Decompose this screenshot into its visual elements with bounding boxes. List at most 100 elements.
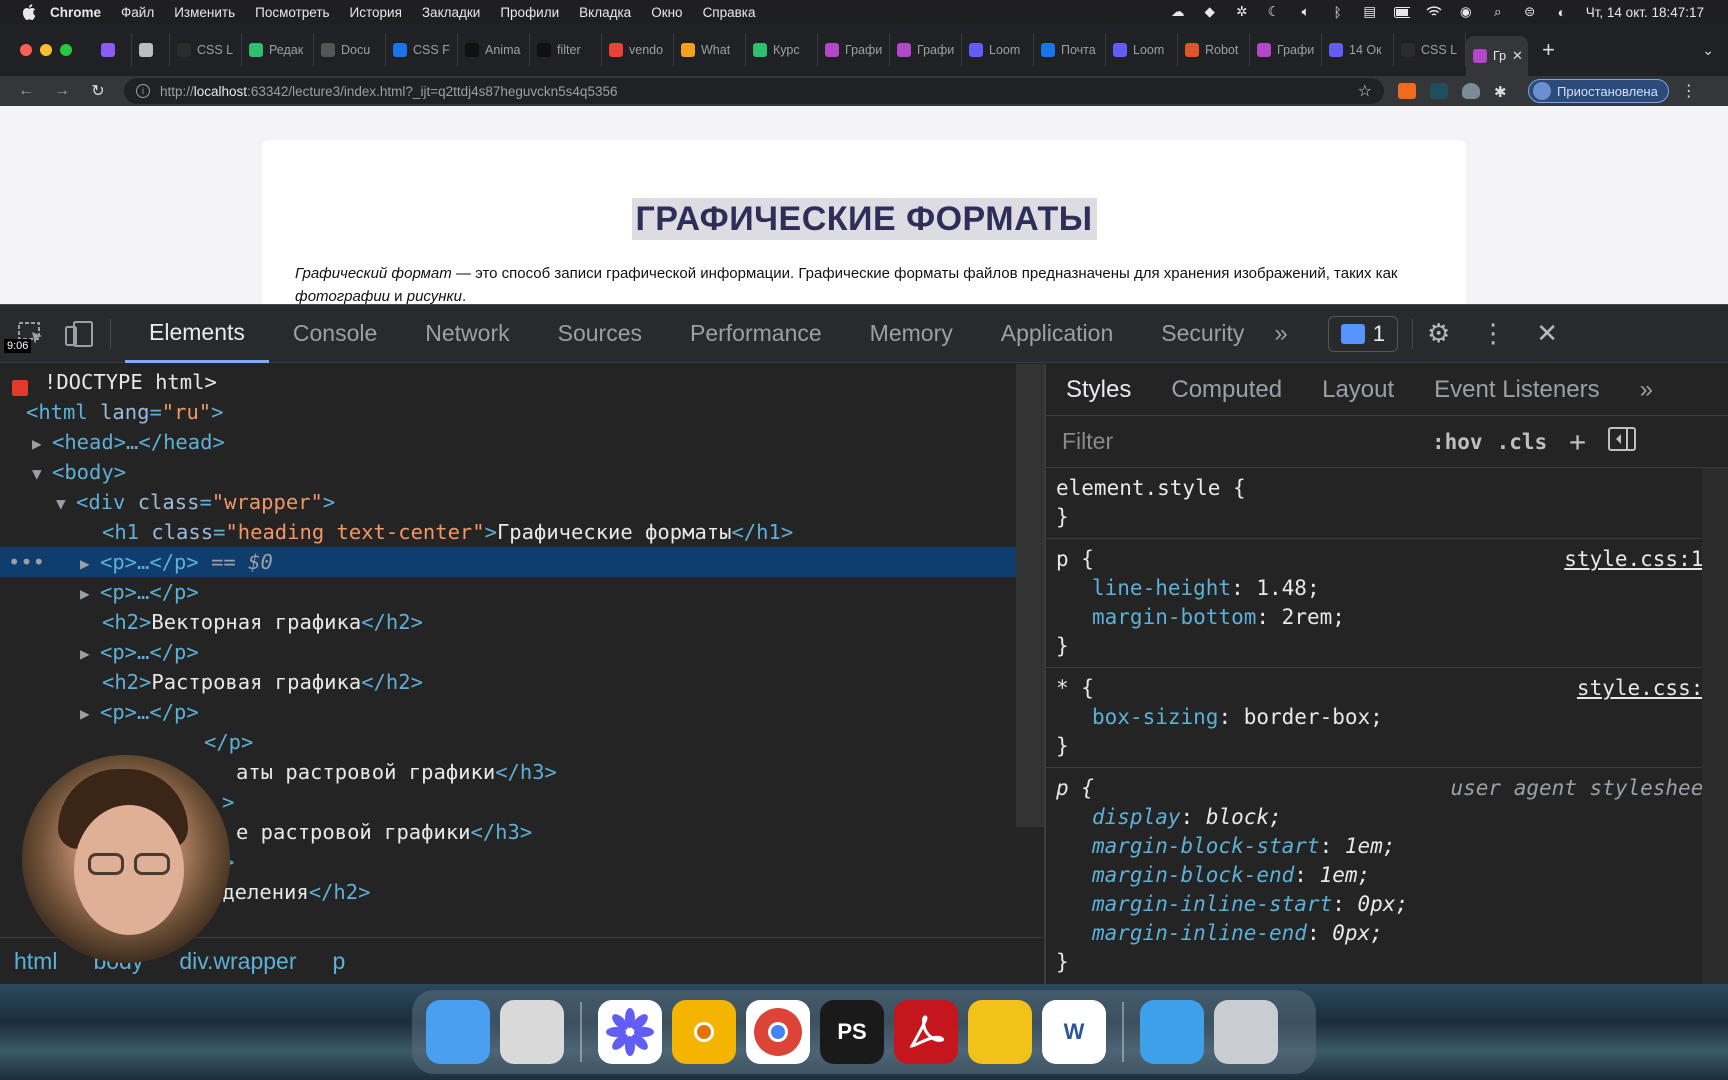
creative-cloud-icon[interactable]: ☁ bbox=[1170, 4, 1186, 19]
menu-history[interactable]: История bbox=[350, 5, 402, 20]
expand-arrow-icon[interactable]: ▶ bbox=[80, 639, 100, 669]
tab-13[interactable]: Loom bbox=[962, 33, 1034, 67]
issues-button[interactable]: 1 bbox=[1327, 315, 1398, 352]
collapse-arrow-icon[interactable]: ▼ bbox=[32, 459, 52, 489]
extension-shield-icon[interactable] bbox=[1462, 83, 1480, 99]
gear-status-icon[interactable]: ✲ bbox=[1234, 4, 1250, 19]
tab-elements[interactable]: Elements bbox=[125, 305, 269, 363]
devtools-menu-icon[interactable]: ⋮ bbox=[1480, 318, 1506, 349]
extension-n-icon[interactable] bbox=[1430, 83, 1448, 99]
user-icon[interactable]: ◉ bbox=[1458, 4, 1474, 19]
new-rule-button[interactable]: + bbox=[1569, 425, 1586, 458]
tab-9[interactable]: What bbox=[674, 33, 746, 67]
dom-h1[interactable]: <h1 class="heading text-center">Графичес… bbox=[0, 517, 1016, 547]
dom-p[interactable]: ▶ <p>…</p> bbox=[0, 637, 1016, 667]
dom-html[interactable]: <html lang="ru"> bbox=[0, 397, 1016, 427]
menu-app-name[interactable]: Chrome bbox=[50, 5, 101, 20]
tab-6[interactable]: Anima bbox=[458, 33, 530, 67]
chrome-icon[interactable] bbox=[746, 1000, 810, 1064]
expand-arrow-icon[interactable]: ▶ bbox=[80, 549, 100, 579]
transmit-icon[interactable] bbox=[968, 1000, 1032, 1064]
value[interactable]: 1.48; bbox=[1256, 576, 1319, 600]
dropbox-icon[interactable]: ◆ bbox=[1202, 4, 1218, 19]
tab-5[interactable]: CSS F bbox=[386, 33, 458, 67]
word-icon[interactable]: W bbox=[1042, 1000, 1106, 1064]
toggle-sidebar-icon[interactable] bbox=[1608, 427, 1637, 456]
tab-12[interactable]: Графи bbox=[890, 33, 962, 67]
tab-layout[interactable]: Layout bbox=[1302, 364, 1414, 416]
keyboard-flag-icon[interactable]: ▤ bbox=[1362, 4, 1378, 19]
tab-active[interactable]: Гр ✕ bbox=[1466, 36, 1528, 76]
close-window-button[interactable] bbox=[20, 44, 32, 56]
tab-performance[interactable]: Performance bbox=[666, 305, 846, 363]
menu-file[interactable]: Файл bbox=[121, 5, 154, 20]
tab-11[interactable]: Графи bbox=[818, 33, 890, 67]
chrome-menu-icon[interactable]: ⋮ bbox=[1681, 81, 1697, 101]
siri-icon[interactable]: ◐ bbox=[1554, 5, 1570, 20]
tab-1[interactable] bbox=[132, 33, 170, 67]
styles-scrollbar[interactable] bbox=[1702, 468, 1728, 985]
dom-p-selected[interactable]: ••• ▶ <p>…</p> == $0 bbox=[0, 547, 1016, 577]
minimize-window-button[interactable] bbox=[40, 44, 52, 56]
site-info-icon[interactable]: i bbox=[136, 84, 150, 98]
menu-bookmarks[interactable]: Закладки bbox=[422, 5, 480, 20]
bookmark-star-icon[interactable]: ☆ bbox=[1358, 81, 1372, 101]
collapse-arrow-icon[interactable]: ▼ bbox=[56, 489, 76, 519]
rule-universal[interactable]: * { style.css:2 box-sizing: border-box; … bbox=[1046, 668, 1728, 768]
new-tab-button[interactable]: + bbox=[1542, 37, 1555, 63]
dom-h2-raster[interactable]: <h2>Растровая графика</h2> bbox=[0, 667, 1016, 697]
crumb-p[interactable]: p bbox=[333, 948, 346, 975]
dom-h2-vector[interactable]: <h2>Векторная графика</h2> bbox=[0, 607, 1016, 637]
tab-computed[interactable]: Computed bbox=[1151, 364, 1302, 416]
extension-rss-icon[interactable] bbox=[1398, 83, 1416, 99]
apple-icon[interactable] bbox=[22, 4, 36, 20]
volume-icon[interactable]: 🔈︎ bbox=[1298, 4, 1314, 19]
menu-help[interactable]: Справка bbox=[703, 5, 756, 20]
tab-3[interactable]: Редак bbox=[242, 33, 314, 67]
address-bar[interactable]: i http://localhost:63342/lecture3/index.… bbox=[124, 78, 1384, 104]
node-actions-dots[interactable]: ••• bbox=[8, 547, 45, 577]
filter-input[interactable]: Filter bbox=[1062, 428, 1432, 455]
folder-icon[interactable] bbox=[1140, 1000, 1204, 1064]
moon-icon[interactable]: ☾ bbox=[1266, 4, 1282, 19]
battery-icon[interactable] bbox=[1393, 5, 1410, 19]
dom-p[interactable]: ▶ <p>…</p> bbox=[0, 577, 1016, 607]
tab-18[interactable]: 14 Ок bbox=[1322, 33, 1394, 67]
tab-2[interactable]: CSS L bbox=[170, 33, 242, 67]
tab-styles[interactable]: Styles bbox=[1046, 364, 1151, 416]
tab-7[interactable]: filter bbox=[530, 33, 602, 67]
expand-arrow-icon[interactable]: ▶ bbox=[32, 429, 52, 459]
cls-button[interactable]: .cls bbox=[1497, 430, 1548, 454]
dom-p[interactable]: ▶ <p>…</p> bbox=[0, 697, 1016, 727]
tab-console[interactable]: Console bbox=[269, 305, 401, 363]
phpstorm-icon[interactable]: PS bbox=[820, 1000, 884, 1064]
tab-17[interactable]: Графи bbox=[1250, 33, 1322, 67]
zoom-window-button[interactable] bbox=[60, 44, 72, 56]
dom-p-partial[interactable]: </p> bbox=[0, 727, 1016, 757]
value[interactable]: border-box; bbox=[1244, 705, 1383, 729]
rule-element-style[interactable]: element.style { } bbox=[1046, 468, 1728, 539]
dom-wrapper[interactable]: ▼ <div class="wrapper"> bbox=[0, 487, 1016, 517]
tab-14[interactable]: Почта bbox=[1034, 33, 1106, 67]
bluetooth-icon[interactable]: ᛒ bbox=[1330, 5, 1346, 20]
reload-button[interactable]: ↻ bbox=[88, 81, 108, 101]
finder-icon[interactable] bbox=[426, 1000, 490, 1064]
tab-8[interactable]: vendo bbox=[602, 33, 674, 67]
tab-event-listeners[interactable]: Event Listeners bbox=[1414, 364, 1619, 416]
back-button[interactable]: ← bbox=[16, 82, 36, 100]
trash-icon[interactable] bbox=[1214, 1000, 1278, 1064]
menu-view[interactable]: Посмотреть bbox=[255, 5, 329, 20]
wifi-icon[interactable] bbox=[1426, 5, 1442, 19]
tab-0[interactable] bbox=[94, 33, 132, 67]
control-center-icon[interactable]: ⊜ bbox=[1522, 4, 1538, 19]
tab-close-icon[interactable]: ✕ bbox=[1512, 48, 1523, 64]
property[interactable]: line-height bbox=[1092, 576, 1231, 600]
tab-19[interactable]: CSS L bbox=[1394, 33, 1466, 67]
tab-4[interactable]: Docu bbox=[314, 33, 386, 67]
launchpad-icon[interactable] bbox=[500, 1000, 564, 1064]
dom-head[interactable]: ▶ <head>…</head> bbox=[0, 427, 1016, 457]
rule-user-agent[interactable]: p { user agent stylesheet display: block… bbox=[1046, 768, 1728, 983]
forward-button[interactable]: → bbox=[52, 82, 72, 100]
dom-body[interactable]: ▼ <body> bbox=[0, 457, 1016, 487]
tab-16[interactable]: Robot bbox=[1178, 33, 1250, 67]
